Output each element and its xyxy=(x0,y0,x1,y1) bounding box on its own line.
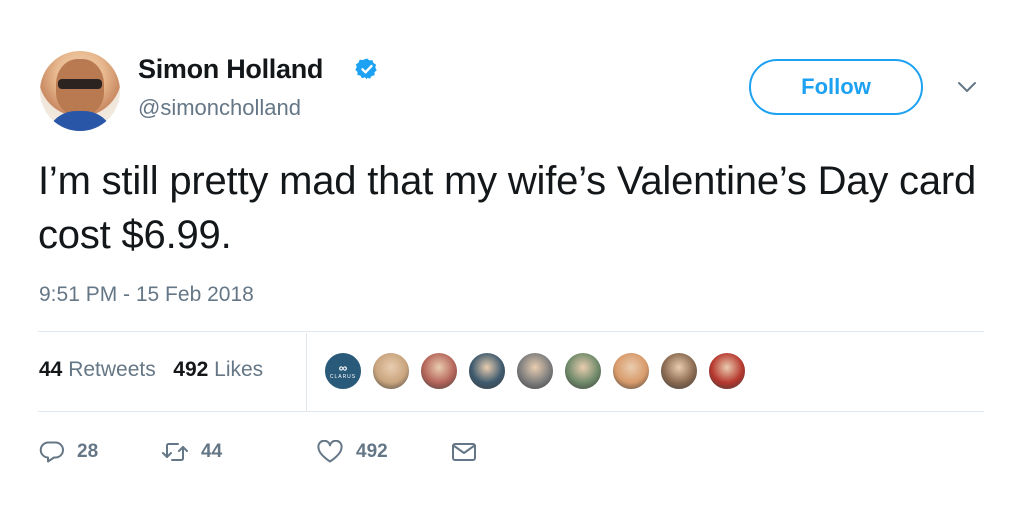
clarus-logo-icon: ∞ xyxy=(338,361,348,375)
user-name[interactable]: Simon Holland xyxy=(138,54,323,85)
liker-avatar[interactable] xyxy=(372,352,410,390)
likes-label: Likes xyxy=(214,358,264,381)
likers-avatars: ∞ CLARUS xyxy=(324,352,756,392)
follow-button[interactable]: Follow xyxy=(749,59,923,115)
liker-avatar[interactable] xyxy=(516,352,554,390)
direct-message-button[interactable] xyxy=(450,432,490,472)
user-handle[interactable]: @simoncholland xyxy=(138,95,301,121)
divider-bottom xyxy=(38,411,984,412)
tweet-stats: 44 Retweets 492 Likes xyxy=(39,358,263,382)
liker-avatar-clarus[interactable]: ∞ CLARUS xyxy=(324,352,362,390)
reply-icon xyxy=(39,441,64,463)
envelope-icon xyxy=(452,443,476,461)
avatar-shirt xyxy=(46,111,114,131)
likes-stat[interactable]: 492 Likes xyxy=(173,358,263,381)
like-button[interactable]: 492 xyxy=(316,432,388,472)
avatar-sunglasses xyxy=(58,79,102,89)
liker-avatar[interactable] xyxy=(612,352,650,390)
stats-separator xyxy=(306,333,307,411)
retweet-count: 44 xyxy=(201,441,223,462)
tweet-text: I’m still pretty mad that my wife’s Vale… xyxy=(38,159,977,257)
retweets-label: Retweets xyxy=(68,358,156,381)
reply-count: 28 xyxy=(77,441,99,462)
likes-count: 492 xyxy=(173,358,209,381)
retweets-stat[interactable]: 44 Retweets xyxy=(39,358,156,381)
tweet-card: Simon Holland @simoncholland Follow I’m … xyxy=(0,0,1024,518)
retweets-count: 44 xyxy=(39,358,63,381)
divider-top xyxy=(38,331,984,332)
chevron-down-icon[interactable] xyxy=(956,80,978,94)
like-count: 492 xyxy=(356,441,388,462)
liker-avatar[interactable] xyxy=(564,352,602,390)
retweet-icon xyxy=(162,443,188,461)
verified-badge-icon xyxy=(355,58,377,80)
tweet-timestamp[interactable]: 9:51 PM - 15 Feb 2018 xyxy=(39,283,254,307)
retweet-button[interactable]: 44 xyxy=(161,432,222,472)
liker-avatar[interactable] xyxy=(708,352,746,390)
heart-icon xyxy=(317,440,343,463)
liker-avatar[interactable] xyxy=(420,352,458,390)
reply-button[interactable]: 28 xyxy=(39,432,98,472)
liker-avatar[interactable] xyxy=(468,352,506,390)
clarus-logo-text: CLARUS xyxy=(329,374,357,380)
liker-avatar[interactable] xyxy=(660,352,698,390)
avatar[interactable] xyxy=(40,51,120,131)
